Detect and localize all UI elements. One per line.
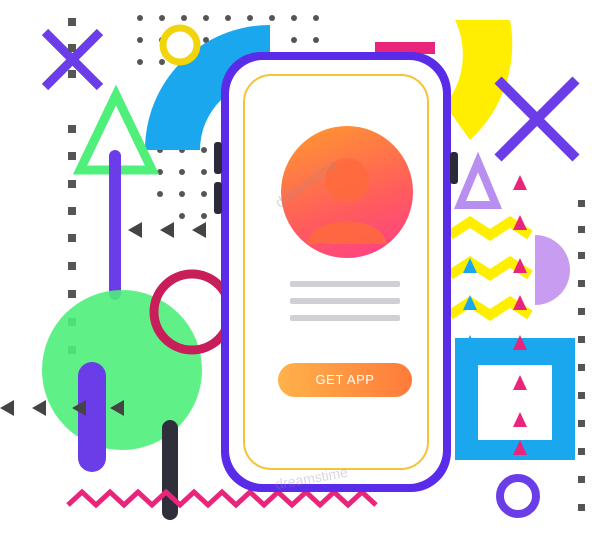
phone-side-button (214, 182, 222, 214)
text-placeholder-line (290, 281, 400, 287)
dot-column-right (578, 200, 585, 511)
yellow-ring-shape (159, 24, 201, 66)
phone-mockup: GET APP (214, 52, 458, 492)
zigzag-icon (66, 488, 378, 509)
dark-pill-shape (162, 420, 178, 520)
triangle-icon (453, 151, 503, 209)
app-card: GET APP (243, 74, 429, 470)
text-placeholder-line (290, 298, 400, 304)
purple-bar-shape (109, 150, 121, 300)
get-app-button[interactable]: GET APP (278, 363, 412, 397)
phone-screen: GET APP (229, 60, 443, 484)
purple-pill-shape (78, 362, 106, 472)
green-circle-shape (42, 290, 202, 450)
phone-side-button (214, 142, 222, 174)
cross-icon (41, 28, 104, 91)
phone-side-button (450, 152, 458, 184)
lilac-half-circle-shape (535, 235, 570, 305)
text-placeholder-line (290, 315, 400, 321)
circle-icon (496, 474, 540, 518)
arrow-row-top (128, 222, 206, 238)
blue-frame-shape (455, 338, 575, 460)
cross-icon (494, 76, 580, 162)
